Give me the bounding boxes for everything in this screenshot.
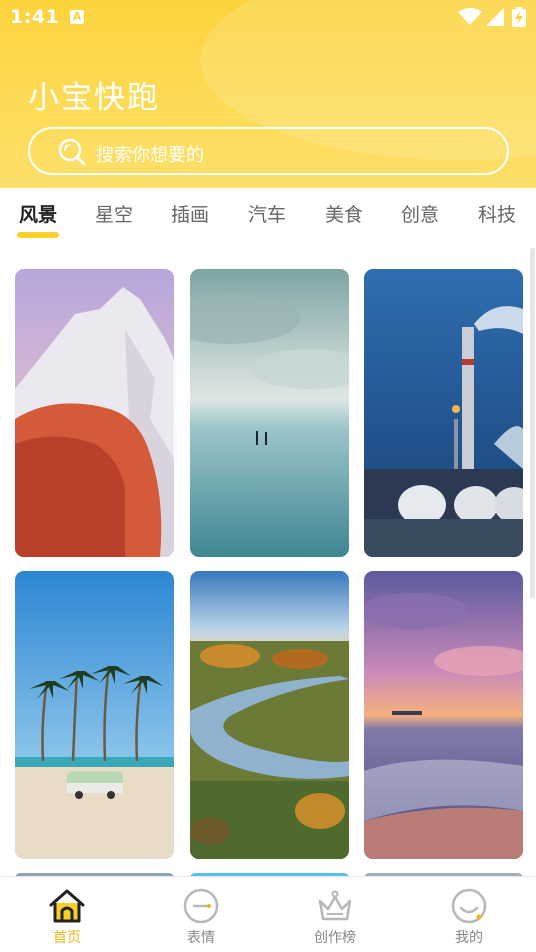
status-time: 1:41 bbox=[10, 6, 60, 28]
search-icon bbox=[58, 138, 86, 166]
sunset-ocean-wallpaper-image bbox=[364, 571, 523, 859]
tab-scenery[interactable]: 风景 bbox=[19, 200, 57, 227]
tab-illustration[interactable]: 插画 bbox=[171, 200, 209, 227]
wallpaper-card[interactable] bbox=[364, 571, 523, 859]
tab-food[interactable]: 美食 bbox=[325, 200, 363, 227]
battery-icon bbox=[512, 7, 526, 27]
beach-wallpaper-image bbox=[190, 269, 349, 557]
scrollbar[interactable] bbox=[530, 248, 535, 598]
search-input[interactable]: 搜索你想要的 bbox=[28, 127, 509, 175]
wallpaper-card[interactable] bbox=[190, 269, 349, 557]
search-placeholder: 搜索你想要的 bbox=[96, 145, 204, 166]
nav-label: 表情 bbox=[187, 930, 215, 946]
bottom-navigation: 首页 表情 创作榜 我的 bbox=[0, 876, 536, 952]
palm-beach-wallpaper-image bbox=[15, 571, 174, 859]
nav-emoji[interactable]: 表情 bbox=[134, 877, 268, 952]
crown-icon bbox=[318, 890, 352, 921]
wallpaper-card[interactable] bbox=[15, 571, 174, 859]
nav-creation-ranking[interactable]: 创作榜 bbox=[268, 877, 402, 952]
signal-icon bbox=[486, 8, 504, 26]
nav-label: 我的 bbox=[455, 930, 483, 946]
header: 1:41 A 小宝快跑 搜索你想要的 bbox=[0, 0, 536, 188]
wallpaper-card[interactable] bbox=[190, 571, 349, 859]
nav-mine[interactable]: 我的 bbox=[402, 877, 536, 952]
status-bar: 1:41 A bbox=[0, 0, 536, 36]
wallpaper-card[interactable] bbox=[15, 269, 174, 557]
app-title: 小宝快跑 bbox=[28, 80, 160, 116]
factory-wallpaper-image bbox=[364, 269, 523, 557]
wifi-icon bbox=[458, 8, 482, 25]
tab-starry-sky[interactable]: 星空 bbox=[95, 200, 133, 227]
tab-technology[interactable]: 科技 bbox=[478, 200, 516, 227]
tab-creative[interactable]: 创意 bbox=[401, 200, 439, 227]
home-icon bbox=[49, 889, 85, 923]
category-tabs: 风景 星空 插画 汽车 美食 创意 科技 bbox=[0, 188, 536, 248]
wallpaper-card[interactable] bbox=[364, 269, 523, 557]
chat-bubble-icon bbox=[183, 888, 219, 924]
river-meadow-wallpaper-image bbox=[190, 571, 349, 859]
mountain-wallpaper-image bbox=[15, 269, 174, 557]
active-tab-indicator bbox=[17, 232, 59, 238]
app-screen: 1:41 A 小宝快跑 搜索你想要的 风景 星空 插画 汽车 美食 创意 科技 … bbox=[0, 0, 536, 952]
nav-label: 创作榜 bbox=[314, 930, 356, 946]
tab-cars[interactable]: 汽车 bbox=[248, 200, 286, 227]
nav-label: 首页 bbox=[53, 930, 81, 946]
notification-app-icon: A bbox=[70, 10, 84, 24]
profile-face-icon bbox=[451, 888, 487, 924]
nav-home[interactable]: 首页 bbox=[0, 877, 134, 952]
